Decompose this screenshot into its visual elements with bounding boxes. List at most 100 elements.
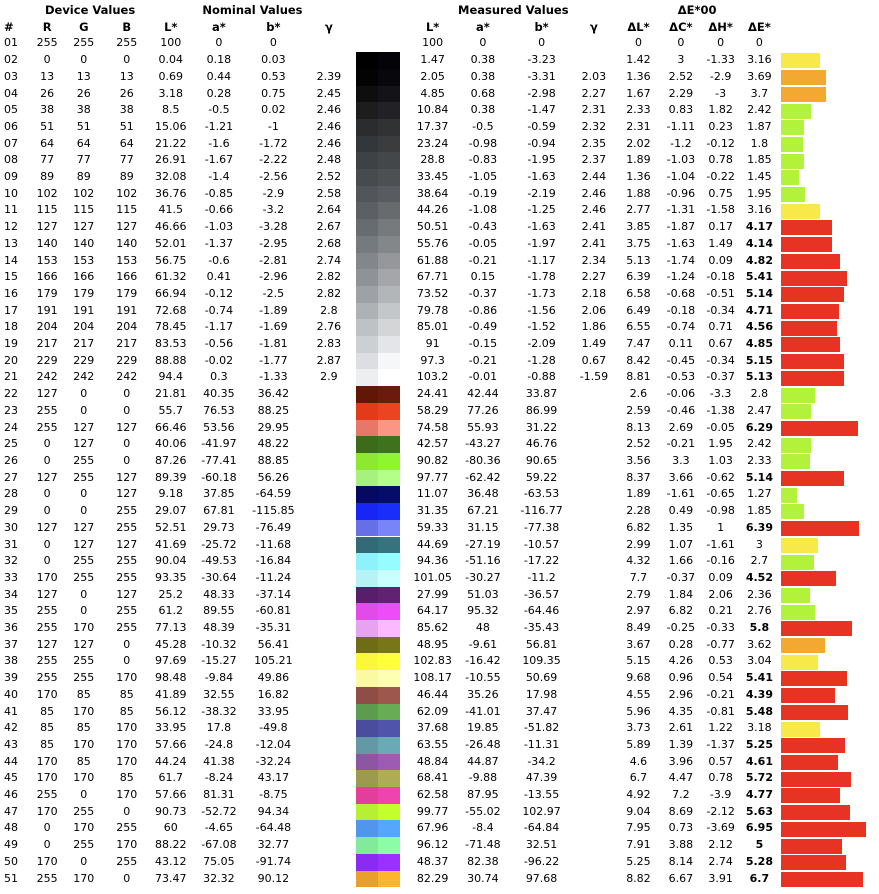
delta-e-bar-cell (778, 787, 879, 804)
delta-h: 0 (717, 36, 725, 50)
delta-e: 1.27 (747, 487, 772, 501)
table-row: 23 255 0 0 55.7 76.53 88.25 58.29 77.26 86.99 2.59… (0, 402, 879, 420)
nominal-l: 83.53 (154, 337, 187, 351)
col-header-index: # (4, 19, 14, 34)
device-g: 0 (80, 854, 88, 868)
table-row: 48 0 170 255 60 -4.65 -64.48 67.96 -8.4 -64.84 7.9… (0, 820, 879, 838)
nominal-color-patch (356, 853, 379, 871)
nominal-a: 32.55 (203, 687, 235, 701)
delta-e-bar (781, 504, 805, 520)
delta-e-bar-cell (778, 587, 879, 604)
nominal-b: -76.49 (255, 520, 292, 534)
measured-l: 64.17 (416, 604, 449, 618)
color-swatch (356, 536, 410, 554)
row-index: 45 (4, 771, 18, 785)
measured-gamma (572, 653, 616, 670)
device-r: 255 (36, 403, 58, 417)
device-b: 242 (116, 370, 138, 384)
delta-e-bar-cell (778, 520, 879, 537)
color-swatch (356, 803, 410, 821)
nominal-color-patch (356, 469, 379, 487)
nominal-l: 57.66 (154, 737, 187, 751)
measured-gamma: 2.32 (581, 119, 607, 133)
nominal-a: -1.03 (204, 220, 234, 234)
nominal-gamma: 2.39 (316, 69, 342, 83)
measured-b: -11.31 (523, 737, 560, 751)
measured-l: 103.2 (416, 370, 449, 384)
measured-b: 17.98 (525, 687, 558, 701)
delta-e-bar (781, 136, 804, 152)
nominal-gamma (302, 637, 357, 654)
table-row: 39 255 255 170 98.48 -9.84 49.86 108.17 -10.55 50… (0, 670, 879, 687)
device-g: 170 (73, 821, 95, 835)
device-g: 0 (80, 387, 88, 401)
measured-b: -1.95 (527, 153, 556, 167)
table-row: 29 0 0 255 29.07 67.81 -115.85 31.35 67.21 -116.7… (0, 503, 879, 520)
nominal-gamma (302, 436, 357, 453)
row-index: 28 (4, 487, 18, 501)
device-b: 13 (119, 69, 134, 83)
nominal-gamma (302, 687, 357, 704)
report: { "headers": { "device_values": "Device … (0, 0, 879, 894)
delta-e-bar (781, 370, 845, 386)
device-g: 255 (73, 570, 95, 584)
delta-c: 4.47 (668, 771, 694, 785)
col-header-nominal-b: b* (266, 19, 281, 34)
delta-e-bar-cell (778, 35, 879, 52)
delta-h: -0.81 (706, 704, 735, 718)
color-swatch (356, 252, 410, 270)
delta-e-bar-cell (778, 670, 879, 687)
nominal-a: -25.72 (201, 537, 237, 551)
delta-c: 0.49 (668, 504, 694, 518)
table-row: 44 170 85 170 44.24 41.38 -32.24 48.84 44.87 -34.… (0, 753, 879, 771)
delta-e: 5.41 (745, 270, 773, 284)
nominal-color-patch (356, 169, 379, 186)
delta-e: 1.8 (750, 136, 769, 150)
measured-b: -34.2 (527, 754, 556, 768)
delta-e-bar (781, 671, 848, 687)
delta-e: 4.56 (745, 320, 773, 334)
measured-gamma: 2.27 (581, 86, 607, 100)
measured-b: 97.68 (525, 871, 558, 885)
table-row: 25 0 127 0 40.06 -41.97 48.22 42.57 -43.27 46.76 2… (0, 436, 879, 453)
measured-gamma: 2.34 (581, 253, 607, 267)
color-swatch (356, 670, 410, 687)
delta-e-bar-cell (778, 69, 879, 86)
row-index: 16 (4, 286, 18, 300)
measured-color-patch (378, 285, 401, 303)
nominal-l: 25.2 (158, 587, 183, 601)
nominal-gamma: 2.46 (316, 136, 342, 150)
device-b: 127 (116, 487, 138, 501)
table-row: 15 166 166 166 61.32 0.41 -2.96 2.82 67.71 0.15 -1… (0, 269, 879, 286)
measured-gamma (572, 770, 616, 787)
delta-h: 0.21 (708, 604, 733, 618)
measured-l: 24.41 (416, 387, 449, 401)
row-index: 42 (4, 721, 18, 735)
nominal-b: -35.31 (255, 621, 292, 635)
color-swatch (356, 770, 410, 788)
measured-a: 0 (479, 36, 487, 50)
delta-h: -1.58 (706, 203, 735, 217)
measured-b: 102.97 (522, 804, 561, 818)
delta-e-bar-cell (778, 386, 879, 403)
nominal-l: 52.51 (154, 520, 187, 534)
delta-l: 6.7 (629, 771, 648, 785)
device-b: 255 (116, 854, 138, 868)
delta-e: 5.14 (745, 470, 773, 484)
measured-b: -1.63 (527, 220, 556, 234)
nominal-a: 0.28 (206, 86, 232, 100)
delta-e-bar-cell (778, 871, 879, 888)
measured-gamma (572, 804, 616, 821)
device-b: 0 (123, 437, 131, 451)
nominal-color-patch (356, 670, 379, 687)
measured-a: -62.42 (465, 470, 501, 484)
measured-gamma (572, 52, 616, 69)
row-index: 07 (4, 136, 18, 150)
delta-e-bar (781, 621, 853, 637)
delta-l: 7.91 (626, 838, 651, 852)
device-r: 127 (36, 587, 58, 601)
delta-l: 4.92 (626, 788, 651, 802)
device-r: 170 (36, 771, 58, 785)
measured-color-patch (378, 319, 401, 337)
delta-e-bar (781, 738, 846, 754)
